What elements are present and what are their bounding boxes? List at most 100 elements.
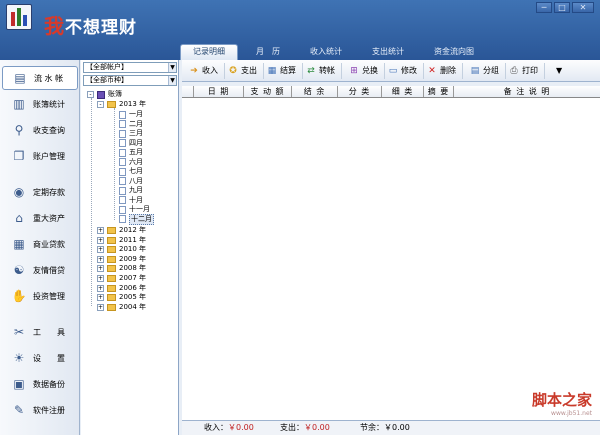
sidebar-item-7[interactable]: ☯ 友情借贷 xyxy=(2,258,78,282)
collapse-icon[interactable]: - xyxy=(87,91,94,98)
account-select[interactable]: 【全部帐户】 ▼ xyxy=(83,62,177,73)
hand-money-icon: ✋ xyxy=(11,289,27,303)
tree-month[interactable]: 八月 xyxy=(119,177,143,186)
sidebar-item-12[interactable]: ✎ 软件注册 xyxy=(2,398,78,422)
tree-month[interactable]: 七月 xyxy=(119,167,143,176)
tree-year[interactable]: +2008 年 xyxy=(97,264,146,273)
toolbar-button-5[interactable]: ▭ 修改 xyxy=(385,62,424,79)
sidebar-item-3[interactable]: ❐ 账户管理 xyxy=(2,144,78,168)
expand-icon[interactable]: + xyxy=(97,227,104,234)
sidebar-item-5[interactable]: ⌂ 重大资产 xyxy=(2,206,78,230)
toolbar-button-6[interactable]: ✕ 删除 xyxy=(424,62,463,79)
page-icon xyxy=(119,110,126,119)
tree-month[interactable]: 四月 xyxy=(119,139,143,148)
tree-year[interactable]: +2005 年 xyxy=(97,293,146,302)
column-header[interactable]: 备 注 说 明 xyxy=(454,86,600,97)
sidebar-item-label: 数据备份 xyxy=(33,379,65,389)
page-icon xyxy=(119,167,126,176)
folder-icon xyxy=(107,294,116,302)
column-header[interactable]: 摘 要 xyxy=(424,86,454,97)
toolbar-more-button[interactable]: ▼ xyxy=(553,63,568,79)
tab-calendar[interactable]: 月 历 xyxy=(244,44,292,60)
tab-record-detail[interactable]: 记录明细 xyxy=(180,44,238,60)
print-icon: ⎙ xyxy=(510,65,518,76)
sidebar-item-0[interactable]: ▤ 流 水 帐 xyxy=(2,66,78,90)
sidebar-item-label: 账户管理 xyxy=(33,151,65,161)
books-icon: ▥ xyxy=(13,97,25,111)
tab-expense-stats[interactable]: 支出统计 xyxy=(360,44,416,60)
sidebar-item-6[interactable]: ▦ 商业贷款 xyxy=(2,232,78,256)
tree-year[interactable]: +2011 年 xyxy=(97,236,146,245)
expand-icon[interactable]: + xyxy=(97,275,104,282)
column-header[interactable]: 分 类 xyxy=(338,86,382,97)
tree-year[interactable]: +2006 年 xyxy=(97,284,146,293)
toolbar-button-0[interactable]: ➔ 收入 xyxy=(186,62,225,79)
sidebar-item-4[interactable]: ◉ 定期存款 xyxy=(2,180,78,204)
collapse-icon[interactable]: - xyxy=(97,101,104,108)
chevron-down-icon: ▼ xyxy=(168,63,176,72)
group-icon: ▤ xyxy=(470,65,480,76)
sidebar-item-1[interactable]: ▥ 账簿统计 xyxy=(2,92,78,116)
tree-month[interactable]: 三月 xyxy=(119,129,143,138)
tree-year[interactable]: +2010 年 xyxy=(97,245,146,254)
tree-month[interactable]: 九月 xyxy=(119,186,143,195)
expand-icon[interactable]: + xyxy=(97,255,104,263)
sidebar-item-label: 软件注册 xyxy=(33,405,65,415)
expand-icon[interactable]: + xyxy=(97,303,104,311)
expand-icon[interactable]: + xyxy=(97,294,104,302)
maximize-button[interactable]: □ xyxy=(554,2,570,13)
tree-year[interactable]: +2004 年 xyxy=(97,303,146,312)
toolbar-button-2[interactable]: ▦ 结算 xyxy=(264,62,303,79)
balance-total: 节余：￥0.00 xyxy=(360,423,410,432)
tab-cash-flow-chart[interactable]: 资金流向图 xyxy=(422,44,486,60)
sidebar-item-10[interactable]: ☀ 设 置 xyxy=(2,346,78,370)
page-icon xyxy=(119,205,126,214)
tree-year[interactable]: +2007 年 xyxy=(97,274,146,283)
sidebar-item-label: 流 水 帐 xyxy=(34,73,64,83)
transfer-icon: ⇄ xyxy=(307,65,315,76)
tree-month[interactable]: 六月 xyxy=(119,158,143,167)
tree-month[interactable]: 二月 xyxy=(119,120,143,129)
page-icon xyxy=(119,186,126,195)
column-header[interactable]: 细 类 xyxy=(382,86,424,97)
column-header[interactable]: 结 余 xyxy=(292,86,338,97)
sidebar-item-11[interactable]: ▣ 数据备份 xyxy=(2,372,78,396)
delete-icon: ✕ xyxy=(428,65,436,76)
house-icon: ⌂ xyxy=(15,211,23,225)
sidebar-item-9[interactable]: ✂ 工 具 xyxy=(2,320,78,344)
view-tabs: 记录明细 月 历 收入统计 支出统计 资金流向图 xyxy=(180,44,492,60)
toolbar-button-3[interactable]: ⇄ 转帐 xyxy=(303,62,342,79)
tree-month[interactable]: 十月 xyxy=(119,196,143,205)
close-button[interactable]: ✕ xyxy=(572,2,594,13)
sidebar-item-2[interactable]: ⚲ 收支查询 xyxy=(2,118,78,142)
expense-icon: ✪ xyxy=(229,65,237,76)
sidebar-item-8[interactable]: ✋ 投资管理 xyxy=(2,284,78,308)
tab-income-stats[interactable]: 收入统计 xyxy=(298,44,354,60)
expand-icon[interactable]: + xyxy=(97,236,104,244)
tools-icon: ✂ xyxy=(13,325,25,339)
toolbar-button-7[interactable]: ▤ 分组 xyxy=(467,62,506,79)
toolbar-button-4[interactable]: ⊞ 兑换 xyxy=(346,62,385,79)
magnifier-icon: ⚲ xyxy=(14,123,24,137)
column-header[interactable]: 日 期 xyxy=(194,86,244,97)
expand-icon[interactable]: + xyxy=(97,246,104,254)
tree-month[interactable]: 十二月 xyxy=(119,213,154,225)
currency-select[interactable]: 【全部币种】 ▼ xyxy=(83,75,177,86)
expand-icon[interactable]: + xyxy=(97,284,104,292)
row-selector-header xyxy=(182,86,194,97)
expand-icon[interactable]: + xyxy=(97,265,104,273)
tree-year[interactable]: +2012 年 xyxy=(97,226,146,235)
tree-month[interactable]: 五月 xyxy=(119,148,143,157)
minimize-button[interactable]: ─ xyxy=(536,2,552,13)
folder-icon xyxy=(107,265,116,273)
title-bar: 我不想理财 ─ □ ✕ 记录明细 月 历 收入统计 支出统计 资金流向图 xyxy=(0,0,600,60)
tree-root[interactable]: - 账簿 xyxy=(87,90,122,99)
tree-year[interactable]: +2009 年 xyxy=(97,255,146,264)
tree-year[interactable]: -2013 年 xyxy=(97,100,146,109)
toolbar-button-8[interactable]: ⎙ 打印 xyxy=(506,62,545,79)
toolbar-button-1[interactable]: ✪ 支出 xyxy=(225,62,264,79)
column-header[interactable]: 支 动 额 xyxy=(244,86,292,97)
page-icon xyxy=(119,177,126,185)
coins-icon: ◉ xyxy=(13,185,25,199)
tree-month[interactable]: 一月 xyxy=(119,110,143,119)
